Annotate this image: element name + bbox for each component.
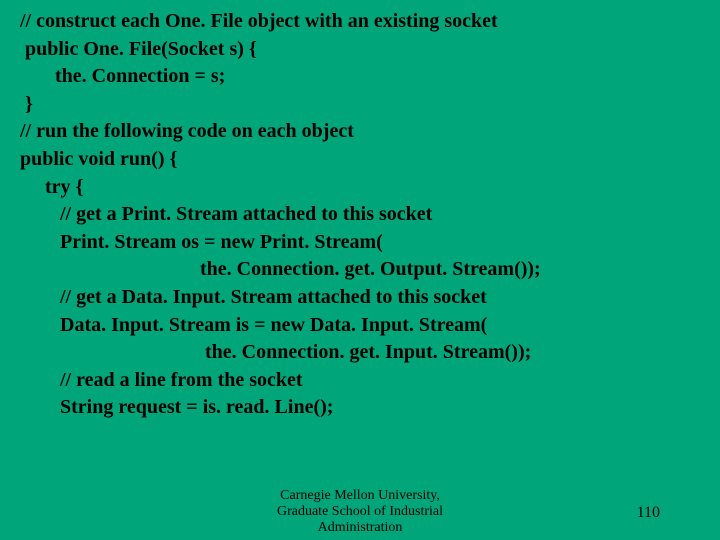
code-line: // get a Print. Stream attached to this …: [20, 201, 700, 229]
code-line: try {: [20, 174, 700, 202]
code-line: Print. Stream os = new Print. Stream(: [20, 229, 700, 257]
footer: Carnegie Mellon University, Graduate Sch…: [0, 488, 720, 536]
code-line: the. Connection = s;: [20, 63, 700, 91]
code-line: // run the following code on each object: [20, 118, 700, 146]
code-line: public void run() {: [20, 146, 700, 174]
page-number: 110: [637, 504, 660, 522]
code-line: the. Connection. get. Output. Stream());: [20, 256, 700, 284]
code-line: // construct each One. File object with …: [20, 8, 700, 36]
footer-line: Administration: [0, 520, 720, 536]
code-line: // read a line from the socket: [20, 367, 700, 395]
code-line: the. Connection. get. Input. Stream());: [20, 339, 700, 367]
code-line: Data. Input. Stream is = new Data. Input…: [20, 312, 700, 340]
code-line: }: [20, 91, 700, 119]
code-line: public One. File(Socket s) {: [20, 36, 700, 64]
footer-line: Carnegie Mellon University,: [0, 488, 720, 504]
footer-line: Graduate School of Industrial: [0, 504, 720, 520]
code-line: // get a Data. Input. Stream attached to…: [20, 284, 700, 312]
code-line: String request = is. read. Line();: [20, 394, 700, 422]
slide-body: // construct each One. File object with …: [0, 0, 720, 422]
